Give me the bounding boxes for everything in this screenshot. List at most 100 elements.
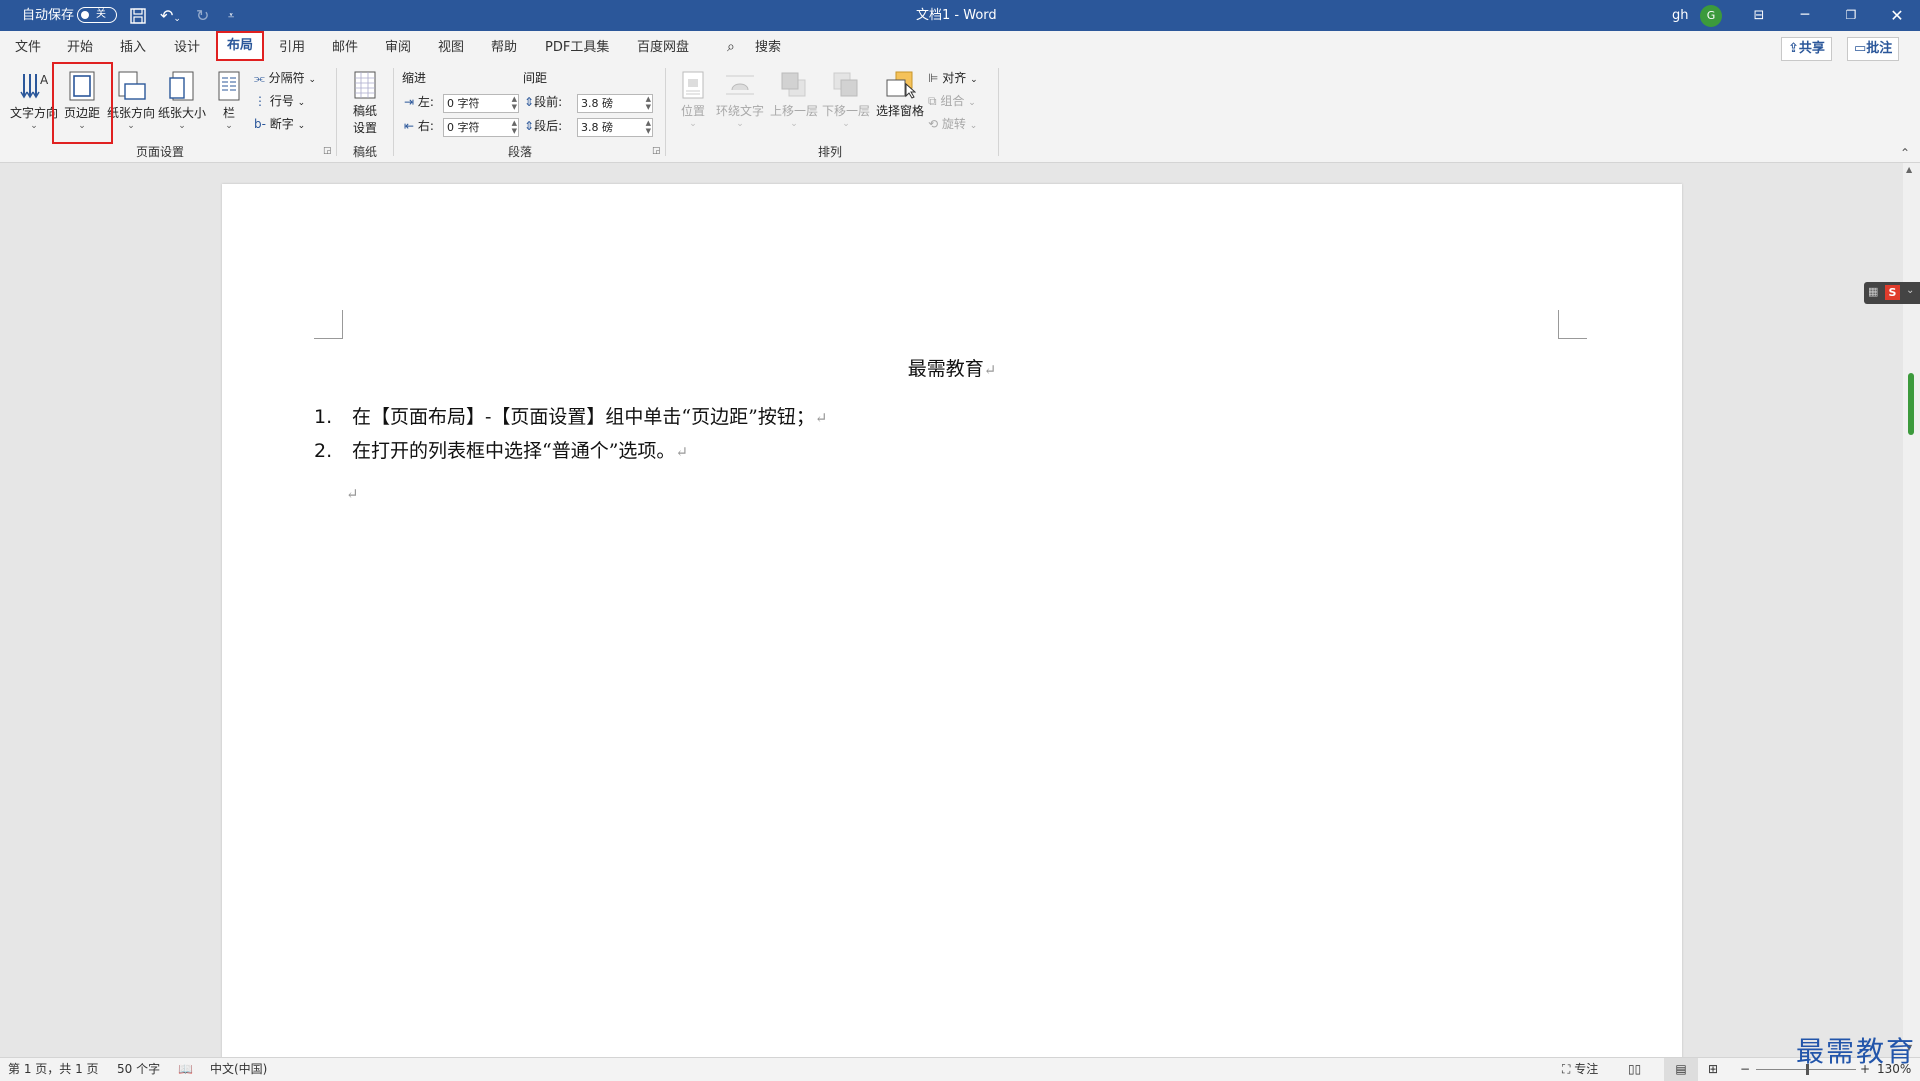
- orientation-icon: [118, 71, 146, 100]
- size-label: 纸张大小: [157, 106, 206, 120]
- collapse-ribbon-icon[interactable]: ⌃: [1900, 146, 1910, 160]
- hyphenation-icon: b‐: [254, 117, 266, 131]
- undo-icon[interactable]: ↶⌄: [160, 0, 181, 31]
- tab-baidu-netdisk[interactable]: 百度网盘: [637, 31, 689, 64]
- bring-forward-button[interactable]: 上移一层 ⌄: [768, 66, 820, 129]
- list-item[interactable]: 1. 在【页面布局】-【页面设置】组中单击“页边距”按钮；↵: [314, 402, 827, 429]
- restore-icon[interactable]: ❐: [1828, 0, 1874, 31]
- dialog-launcher-icon[interactable]: ◲: [323, 146, 332, 156]
- read-mode-icon[interactable]: ▯▯: [1628, 1058, 1641, 1081]
- dialog-launcher-icon[interactable]: ◲: [652, 146, 661, 156]
- tab-file[interactable]: 文件: [15, 31, 41, 64]
- ribbon-tabs: 文件 开始 插入 设计 引用 邮件 审阅 视图 帮助 PDF工具集 百度网盘 ⌕…: [0, 31, 1920, 64]
- position-button[interactable]: 位置 ⌄: [678, 66, 708, 129]
- line-numbers-button[interactable]: ⋮ 行号 ⌄: [254, 91, 305, 111]
- send-backward-button[interactable]: 下移一层 ⌄: [820, 66, 872, 129]
- autosave-state: 关: [96, 9, 106, 20]
- rotate-button[interactable]: ⟲ 旋转 ⌄: [928, 114, 977, 134]
- document-page[interactable]: 最需教育↵ 1. 在【页面布局】-【页面设置】组中单击“页边距”按钮；↵ 2. 在打…: [222, 184, 1682, 1064]
- paragraph-mark: ↵: [675, 443, 689, 461]
- size-button[interactable]: 纸张大小 ⌄: [156, 66, 208, 131]
- breaks-button[interactable]: ⫘ 分隔符 ⌄: [254, 68, 316, 88]
- indent-left-value: 0 字符: [447, 97, 480, 110]
- language[interactable]: 中文(中国): [210, 1058, 267, 1081]
- web-layout-icon[interactable]: ⊞: [1708, 1058, 1718, 1081]
- save-icon[interactable]: [130, 0, 146, 31]
- close-icon[interactable]: ✕: [1874, 0, 1920, 31]
- group-separator: [336, 68, 337, 156]
- paragraph-mark: ↵: [983, 361, 997, 379]
- redo-icon[interactable]: ↻: [196, 0, 209, 31]
- tab-home[interactable]: 开始: [67, 31, 93, 64]
- spacing-before-icon: ⇕: [524, 95, 535, 109]
- group-objects-button[interactable]: ⧉ 组合 ⌄: [928, 91, 976, 111]
- tab-help[interactable]: 帮助: [491, 31, 517, 64]
- chevron-down-icon[interactable]: ⌄: [1906, 285, 1914, 296]
- columns-label: 栏: [222, 106, 235, 120]
- customize-icon[interactable]: ⩡: [228, 0, 234, 31]
- share-label: 共享: [1798, 41, 1825, 56]
- tab-review[interactable]: 审阅: [385, 31, 411, 64]
- tab-view[interactable]: 视图: [438, 31, 464, 64]
- spinner-icon[interactable]: ▲ ▼: [646, 119, 651, 135]
- hyphenation-button[interactable]: b‐ 断字 ⌄: [254, 114, 305, 134]
- share-button[interactable]: ⇪共享: [1781, 37, 1832, 61]
- indent-right-input[interactable]: 0 字符 ▲ ▼: [443, 118, 519, 137]
- proofing-icon[interactable]: 📖: [178, 1058, 193, 1081]
- orientation-button[interactable]: 纸张方向 ⌄: [106, 66, 156, 131]
- wrap-text-label: 环绕文字: [715, 104, 764, 118]
- list-item[interactable]: 2. 在打开的列表框中选择“普通个”选项。↵: [314, 436, 688, 463]
- tab-mailings[interactable]: 邮件: [332, 31, 358, 64]
- zoom-out-icon[interactable]: −: [1740, 1058, 1750, 1081]
- selection-pane-button[interactable]: 选择窗格: [874, 66, 926, 119]
- tab-references[interactable]: 引用: [279, 31, 305, 64]
- tab-layout[interactable]: 布局: [216, 31, 264, 61]
- indent-left-input[interactable]: 0 字符 ▲ ▼: [443, 94, 519, 113]
- orientation-label: 纸张方向: [106, 106, 155, 120]
- avatar[interactable]: G: [1700, 5, 1722, 27]
- tab-pdf-tools[interactable]: PDF工具集: [545, 31, 609, 64]
- group-label: 组合: [940, 94, 965, 108]
- word-count[interactable]: 50 个字: [117, 1058, 160, 1081]
- user-name[interactable]: gh: [1672, 0, 1689, 31]
- wrap-text-button[interactable]: 环绕文字 ⌄: [714, 66, 766, 129]
- empty-paragraph[interactable]: ↵: [346, 482, 359, 504]
- paragraph-group-label: 段落: [507, 145, 532, 159]
- group-icon: ⧉: [928, 94, 937, 108]
- spacing-after-label: ⇕段后:: [524, 116, 562, 136]
- columns-button[interactable]: 栏 ⌄: [214, 66, 244, 131]
- chevron-down-icon: ⌄: [842, 119, 850, 129]
- scroll-thumb[interactable]: [1908, 373, 1914, 435]
- search-box[interactable]: 搜索: [755, 31, 781, 64]
- spinner-icon[interactable]: ▲ ▼: [512, 119, 517, 135]
- crop-mark: [1558, 310, 1587, 339]
- sogou-input-icon[interactable]: S: [1885, 285, 1900, 300]
- manuscript-settings-button[interactable]: 稿纸 设置: [342, 66, 388, 136]
- scroll-up-icon[interactable]: ▲: [1906, 165, 1912, 174]
- comments-button[interactable]: ▭批注: [1847, 37, 1900, 61]
- manuscript-settings-label-2: 设置: [352, 121, 377, 135]
- align-button[interactable]: ⊫ 对齐 ⌄: [928, 68, 978, 88]
- svg-text:A: A: [40, 73, 49, 87]
- indent-right-label: ⇤ 右:: [404, 116, 434, 136]
- focus-mode-button[interactable]: ⛶ 专注: [1562, 1058, 1598, 1081]
- page-count[interactable]: 第 1 页，共 1 页: [8, 1058, 99, 1081]
- search-icon[interactable]: ⌕: [727, 31, 735, 64]
- document-heading[interactable]: 最需教育↵: [222, 354, 1682, 381]
- spacing-after-input[interactable]: 3.8 磅 ▲ ▼: [577, 118, 653, 137]
- tab-design[interactable]: 设计: [174, 31, 200, 64]
- breaks-label: 分隔符: [268, 71, 305, 85]
- align-label: 对齐: [942, 71, 967, 85]
- chevron-down-icon: ⌄: [127, 121, 135, 131]
- print-layout-icon[interactable]: ▤: [1664, 1058, 1698, 1081]
- selection-pane-icon: [886, 71, 916, 99]
- ribbon-display-icon[interactable]: ⊟: [1736, 0, 1782, 31]
- tab-insert[interactable]: 插入: [120, 31, 146, 64]
- spinner-icon[interactable]: ▲ ▼: [646, 95, 651, 111]
- spacing-before-input[interactable]: 3.8 磅 ▲ ▼: [577, 94, 653, 113]
- minimize-icon[interactable]: ─: [1782, 0, 1828, 31]
- watermark-logo: 最需教育: [1796, 1035, 1917, 1068]
- floating-toolbar[interactable]: ▦ S ⌄: [1864, 282, 1920, 304]
- spinner-icon[interactable]: ▲ ▼: [512, 95, 517, 111]
- autosave-toggle[interactable]: 关: [77, 7, 117, 23]
